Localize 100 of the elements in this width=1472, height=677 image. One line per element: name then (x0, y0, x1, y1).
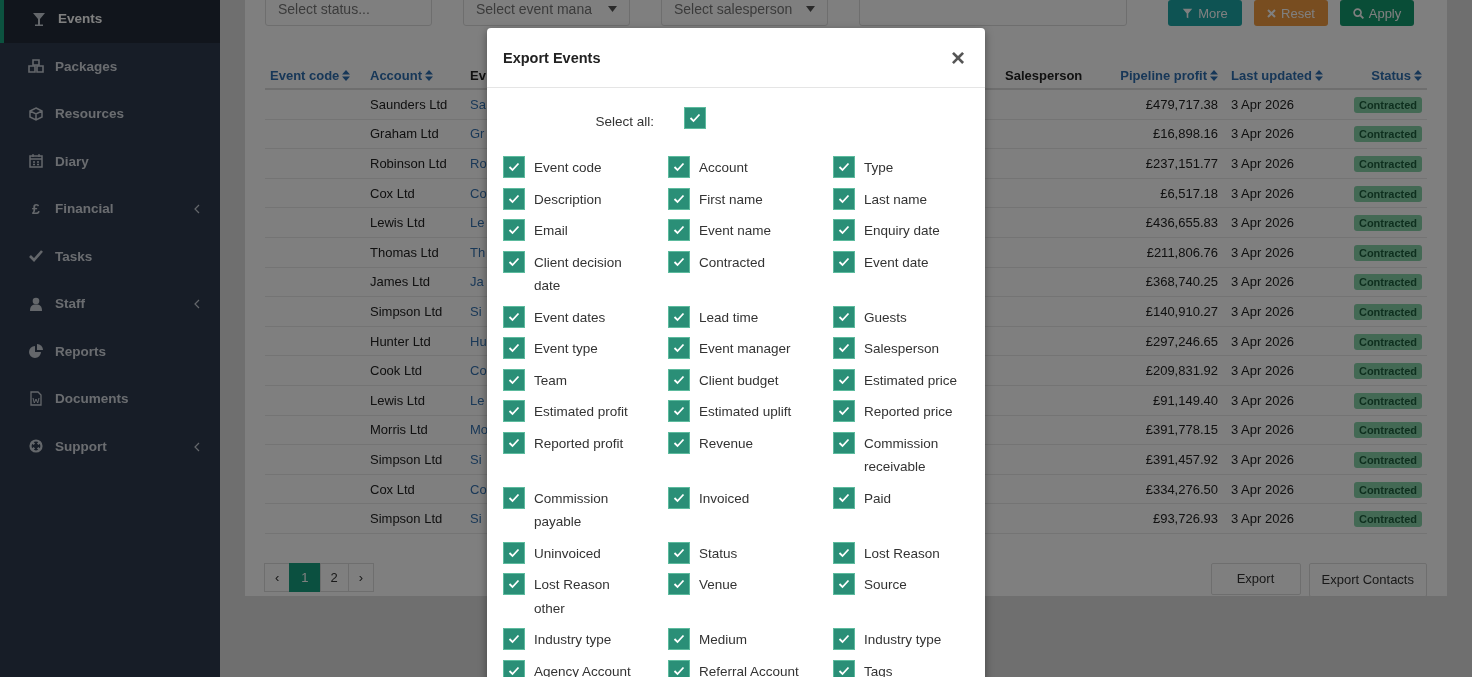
event-link[interactable]: Ro (470, 156, 487, 171)
sidebar-item[interactable]: Reports (0, 327, 220, 375)
sidebar-item[interactable]: Documents (0, 375, 220, 423)
checkbox[interactable] (833, 305, 855, 328)
sidebar-item[interactable]: Tasks (0, 232, 220, 280)
checkbox[interactable] (668, 219, 690, 241)
checkbox[interactable] (833, 486, 855, 509)
sidebar-item[interactable]: £ Financial (0, 185, 220, 233)
check-icon (838, 579, 850, 589)
event-link[interactable]: Le (470, 215, 485, 231)
checkbox[interactable] (833, 368, 855, 391)
event-link[interactable]: Co (470, 185, 487, 201)
table-cell: Robinson Ltd (370, 156, 447, 171)
table-cell: 3 Apr 2026 (1231, 392, 1294, 408)
checkbox-label: Email (534, 222, 568, 240)
checkbox[interactable] (833, 659, 855, 677)
export-button[interactable]: Export (1210, 562, 1301, 595)
checkbox[interactable] (503, 400, 525, 422)
checkbox[interactable] (503, 486, 525, 509)
checkbox[interactable] (503, 431, 525, 454)
checkbox[interactable] (668, 486, 690, 509)
checkbox[interactable] (833, 400, 855, 422)
event-link[interactable]: Le (470, 392, 485, 408)
checkbox[interactable] (503, 250, 525, 273)
checkbox[interactable] (668, 187, 690, 210)
checkbox[interactable] (833, 573, 855, 595)
checkbox[interactable] (503, 156, 525, 178)
checkbox[interactable] (833, 187, 855, 210)
checkbox-label: Salesperson (864, 340, 940, 358)
event-link[interactable]: Si (470, 451, 482, 467)
checkbox[interactable] (668, 250, 690, 273)
column-header[interactable]: Pipeline profit (1120, 67, 1218, 83)
event-link[interactable]: Gr (470, 126, 485, 142)
event-link[interactable]: Mo (470, 422, 489, 438)
table-cell: 3 Apr 2026 (1231, 303, 1294, 319)
checkbox[interactable] (833, 628, 855, 650)
checkbox[interactable] (503, 337, 525, 359)
check-icon (29, 250, 43, 263)
checkbox[interactable] (503, 187, 525, 210)
event-link[interactable]: Sa (470, 96, 486, 112)
event-link[interactable]: Co (470, 481, 487, 497)
event-link[interactable]: Ja (470, 274, 484, 290)
checkbox[interactable] (668, 573, 690, 595)
event-link[interactable]: Th (470, 244, 486, 260)
checkbox[interactable] (668, 156, 690, 178)
export-button[interactable]: Export Contacts (1308, 562, 1427, 597)
sidebar-item[interactable]: Staff (0, 280, 220, 328)
select-all-checkbox[interactable] (684, 106, 706, 129)
checkbox[interactable] (668, 628, 690, 650)
checkbox[interactable] (503, 659, 525, 677)
page-button[interactable]: 2 (319, 562, 349, 592)
apply-button[interactable]: Apply (1340, 0, 1414, 26)
event-link[interactable]: Co (470, 363, 487, 379)
column-header[interactable]: Account (370, 67, 433, 83)
table-cell: £6,517.18 (1160, 185, 1218, 201)
checkbox[interactable] (668, 305, 690, 328)
checkbox[interactable] (503, 573, 525, 595)
checkbox[interactable] (668, 431, 690, 454)
sidebar-item[interactable]: Events (0, 0, 220, 43)
checkbox[interactable] (503, 628, 525, 650)
checkbox[interactable] (833, 431, 855, 454)
event-link[interactable]: Si (470, 511, 482, 527)
page-button[interactable]: 1 (289, 562, 321, 592)
checkbox-label: Event code (534, 159, 602, 177)
checkbox[interactable] (503, 219, 525, 241)
column-header[interactable]: Status (1371, 67, 1422, 83)
event-link[interactable]: Hu (470, 333, 487, 349)
checkbox-label: Status (699, 544, 738, 563)
checkbox[interactable] (833, 541, 855, 564)
next-page-button[interactable]: › (347, 562, 375, 592)
caret-icon (806, 6, 815, 12)
table-cell: 3 Apr 2026 (1231, 511, 1294, 527)
checkbox[interactable] (503, 305, 525, 328)
reset-button[interactable]: Reset (1254, 0, 1328, 26)
checkbox[interactable] (833, 250, 855, 273)
checkbox[interactable] (668, 659, 690, 677)
event-link[interactable]: Si (470, 303, 482, 319)
column-header[interactable]: Event code (270, 67, 351, 83)
sidebar-item[interactable]: Resources (0, 90, 220, 138)
select-field[interactable]: Select status... (265, 0, 432, 26)
previous-page-button[interactable]: ‹ (264, 562, 291, 592)
checkbox[interactable] (503, 368, 525, 391)
checkbox[interactable] (833, 219, 855, 241)
more-button[interactable]: More (1168, 0, 1242, 26)
checkbox[interactable] (833, 156, 855, 178)
close-button[interactable]: × (947, 45, 969, 70)
checkbox[interactable] (668, 337, 690, 359)
checkbox[interactable] (668, 541, 690, 564)
checkbox[interactable] (668, 400, 690, 422)
column-header[interactable]: Last updated (1231, 67, 1323, 83)
checkbox[interactable] (503, 541, 525, 564)
sidebar-item[interactable]: Support (0, 422, 220, 470)
checkbox[interactable] (668, 368, 690, 391)
close-icon (1267, 8, 1276, 18)
sidebar-item[interactable]: Diary (0, 137, 220, 185)
sidebar-item[interactable]: Packages (0, 42, 220, 90)
select-field[interactable]: Select event mana (463, 0, 630, 26)
select-field[interactable]: Select salesperson (661, 0, 828, 26)
checkbox[interactable] (833, 337, 855, 359)
checkbox-label: Lost Reason other (534, 576, 611, 618)
